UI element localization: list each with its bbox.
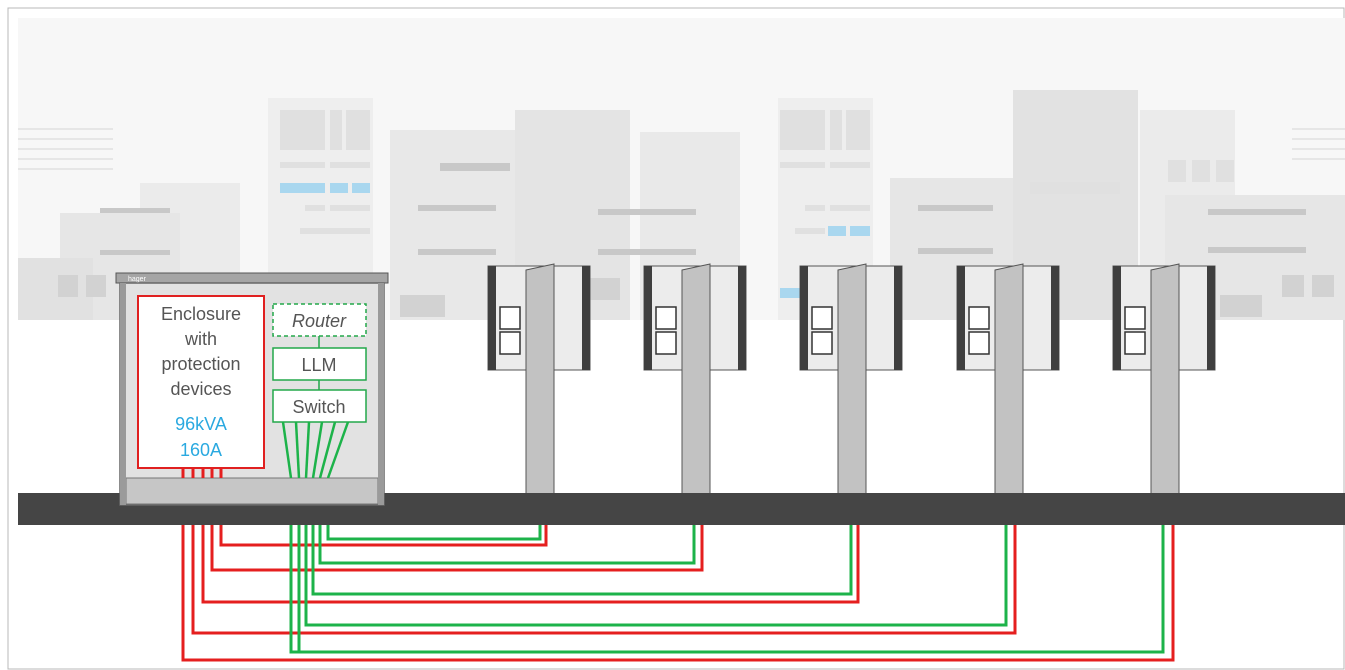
enclosure-cabinet: hager Enclosure with protection devices … [115,272,389,506]
station-pillar [994,263,1024,506]
station-screen-bottom [811,331,833,355]
power-rating-kva: 96kVA [175,414,227,434]
station-screen-top [1124,306,1146,330]
station-screen-top [968,306,990,330]
ev-charging-installation-diagram: hager Enclosure with protection devices … [7,7,1345,670]
brand-label: hager [128,276,147,283]
llm-label: LLM [301,355,336,375]
station-screen-bottom [1124,331,1146,355]
station-left-bumper [1113,266,1121,370]
cabinet-roof [115,272,389,284]
station-right-bumper [894,266,902,370]
station-right-bumper [738,266,746,370]
station-screen-bottom [968,331,990,355]
diagram-canvas: hager Enclosure with protection devices … [0,0,1345,670]
cabinet-left-post [120,283,126,505]
station-left-bumper [957,266,965,370]
enclosure-label-line-4: devices [170,379,231,399]
station-pillar [681,263,711,506]
router-label: Router [292,311,347,331]
station-pillar [525,263,555,506]
station-right-bumper [582,266,590,370]
station-screen-bottom [499,331,521,355]
current-rating-amps: 160A [180,440,222,460]
station-left-bumper [488,266,496,370]
station-screen-bottom [655,331,677,355]
switch-label: Switch [292,397,345,417]
station-screen-top [499,306,521,330]
station-right-bumper [1207,266,1215,370]
station-pillar [837,263,867,506]
station-pillar [1150,263,1180,506]
enclosure-label-line-3: protection [161,354,240,374]
station-left-bumper [800,266,808,370]
station-right-bumper [1051,266,1059,370]
station-screen-top [655,306,677,330]
enclosure-label-line-2: with [184,329,217,349]
cabinet-right-post [378,283,384,505]
station-left-bumper [644,266,652,370]
enclosure-label-line-1: Enclosure [161,304,241,324]
cabinet-plinth [125,477,379,505]
station-screen-top [811,306,833,330]
